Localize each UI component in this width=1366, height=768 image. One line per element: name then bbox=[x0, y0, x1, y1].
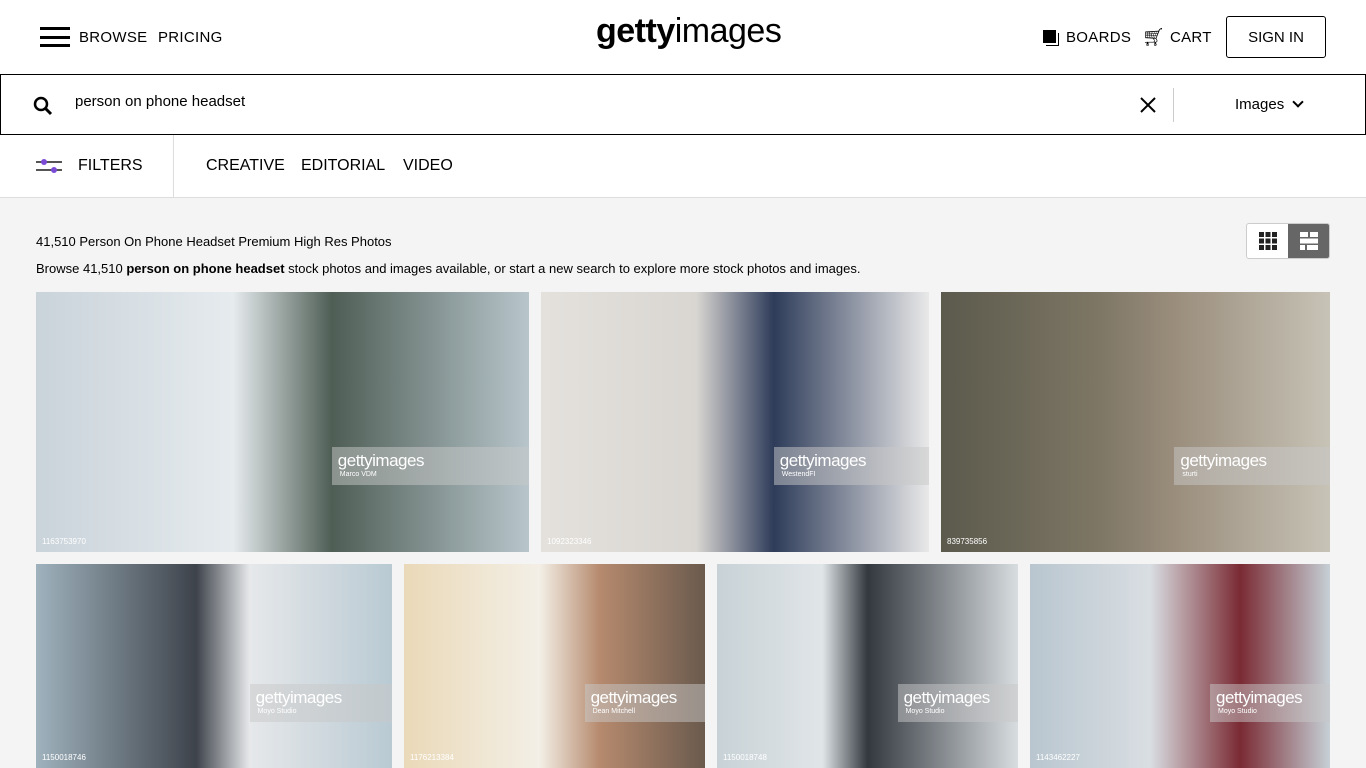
sign-in-button[interactable]: SIGN IN bbox=[1226, 16, 1326, 58]
image-credit: Moyo Studio bbox=[257, 708, 297, 715]
image-result[interactable]: gettyimages Moyo Studio 1143462227 bbox=[1030, 564, 1330, 768]
results-description: Browse 41,510 person on phone headset st… bbox=[36, 261, 860, 276]
filters-button[interactable]: FILTERS bbox=[36, 157, 143, 175]
media-type-label: Images bbox=[1235, 96, 1285, 113]
watermark: gettyimages Marco VDM bbox=[331, 447, 529, 485]
watermark: gettyimages WestendFI bbox=[773, 447, 929, 485]
image-id: 839735856 bbox=[947, 537, 988, 546]
image-id: 1150018748 bbox=[723, 753, 767, 762]
watermark: gettyimages sturti bbox=[1174, 447, 1330, 485]
divider bbox=[173, 135, 174, 197]
image-result[interactable]: gettyimages Moyo Studio 1150018748 bbox=[717, 564, 1018, 768]
image-id: 1092323346 bbox=[547, 537, 592, 546]
image-id: 1176213384 bbox=[410, 753, 454, 762]
desc-pre: Browse 41,510 bbox=[36, 261, 127, 276]
image-credit: WestendFI bbox=[781, 471, 816, 478]
search-bar: Images bbox=[0, 74, 1366, 135]
tab-creative[interactable]: CREATIVE bbox=[206, 157, 285, 175]
cart-icon: 🛒︎ bbox=[1142, 27, 1165, 47]
media-type-dropdown[interactable]: Images bbox=[1235, 96, 1305, 113]
image-id: 1150018746 bbox=[42, 753, 86, 762]
boards-icon bbox=[1043, 30, 1056, 43]
mosaic-icon bbox=[1299, 232, 1318, 250]
pricing-link[interactable]: PRICING bbox=[158, 29, 223, 46]
filters-label: FILTERS bbox=[78, 157, 143, 174]
logo-light: images bbox=[674, 12, 782, 50]
logo-bold: getty bbox=[596, 12, 675, 50]
search-input[interactable] bbox=[75, 93, 1075, 110]
image-credit: Marco VDM bbox=[339, 471, 377, 478]
watermark-text: gettyimages bbox=[1180, 451, 1267, 470]
watermark-text: gettyimages bbox=[255, 688, 343, 707]
boards-link[interactable]: BOARDS bbox=[1066, 29, 1131, 46]
cart-link[interactable]: CART bbox=[1170, 29, 1212, 46]
image-id: 1143462227 bbox=[1036, 753, 1080, 762]
menu-icon[interactable] bbox=[40, 27, 70, 47]
layout-toggle bbox=[1246, 223, 1330, 259]
desc-post: stock photos and images available, or st… bbox=[284, 261, 861, 276]
divider bbox=[1173, 88, 1174, 122]
search-icon[interactable] bbox=[33, 96, 53, 116]
image-result[interactable]: gettyimages Marco VDM 1163753970 bbox=[36, 292, 529, 552]
watermark: gettyimages Moyo Studio bbox=[249, 684, 392, 722]
image-credit: sturti bbox=[1182, 471, 1198, 478]
watermark-text: gettyimages bbox=[590, 688, 678, 707]
image-result[interactable]: gettyimages WestendFI 1092323346 bbox=[541, 292, 929, 552]
image-result[interactable]: gettyimages Dean Mitchell 1176213384 bbox=[404, 564, 705, 768]
tab-video[interactable]: VIDEO bbox=[403, 157, 453, 175]
image-credit: Moyo Studio bbox=[905, 708, 945, 715]
clear-icon[interactable] bbox=[1140, 97, 1156, 113]
watermark-text: gettyimages bbox=[903, 688, 991, 707]
image-id: 1163753970 bbox=[42, 537, 86, 546]
image-credit: Moyo Studio bbox=[1218, 708, 1257, 715]
grid-view-button[interactable] bbox=[1247, 224, 1288, 258]
getty-logo[interactable]: gettyimages bbox=[596, 12, 782, 51]
grid-icon bbox=[1258, 232, 1277, 250]
tab-editorial[interactable]: EDITORIAL bbox=[301, 157, 385, 175]
watermark: gettyimages Moyo Studio bbox=[897, 684, 1018, 722]
mosaic-view-button[interactable] bbox=[1288, 224, 1329, 258]
filter-bar: FILTERS CREATIVE EDITORIAL VIDEO bbox=[0, 135, 1366, 198]
image-result[interactable]: gettyimages sturti 839735856 bbox=[941, 292, 1330, 552]
watermark-text: gettyimages bbox=[337, 451, 425, 470]
top-header: BROWSE PRICING gettyimages BOARDS 🛒︎ CAR… bbox=[0, 0, 1366, 74]
image-credit: Dean Mitchell bbox=[592, 708, 636, 715]
browse-link[interactable]: BROWSE bbox=[79, 29, 147, 46]
chevron-down-icon bbox=[1292, 96, 1305, 108]
watermark: gettyimages Moyo Studio bbox=[1210, 684, 1330, 722]
image-result[interactable]: gettyimages Moyo Studio 1150018746 bbox=[36, 564, 392, 768]
results-count: 41,510 Person On Phone Headset Premium H… bbox=[36, 234, 392, 249]
watermark: gettyimages Dean Mitchell bbox=[584, 684, 705, 722]
watermark-text: gettyimages bbox=[1216, 688, 1303, 707]
watermark-text: gettyimages bbox=[779, 451, 867, 470]
sliders-icon bbox=[36, 159, 62, 173]
desc-bold: person on phone headset bbox=[126, 261, 285, 276]
